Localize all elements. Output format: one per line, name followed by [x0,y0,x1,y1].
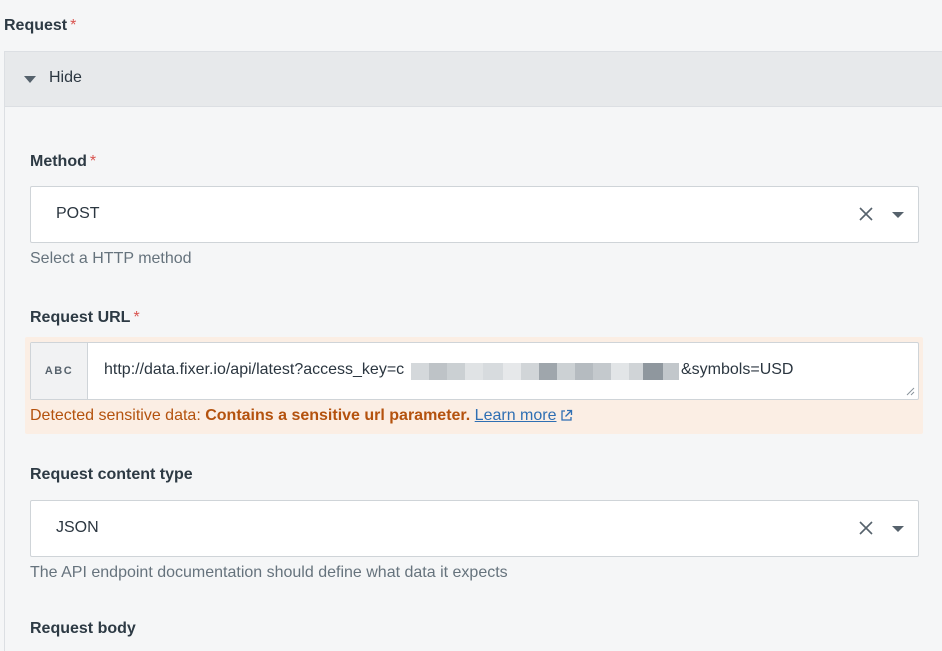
content-type-label: Request content type [30,466,193,483]
learn-more-link[interactable]: Learn more [475,407,573,424]
text-type-badge: ABC [31,343,88,399]
content-type-help: The API endpoint documentation should de… [30,564,508,581]
url-value-suffix: &symbols=USD [681,361,794,378]
required-marker: * [89,153,97,170]
required-marker: * [133,309,140,326]
method-help: Select a HTTP method [30,250,192,267]
warning-prefix: Detected sensitive data: [30,407,206,424]
method-label: Method * [30,153,96,171]
method-label-text: Method [30,153,87,170]
hide-toggle-label: Hide [49,69,82,86]
clear-icon[interactable] [857,205,875,223]
clear-icon[interactable] [857,519,875,537]
method-select[interactable]: POST [30,186,919,243]
chevron-down-icon[interactable] [892,212,904,218]
resize-handle-icon[interactable] [905,386,915,396]
content-type-value: JSON [56,519,99,536]
url-label-text: Request URL [30,309,131,326]
learn-more-label: Learn more [474,407,557,424]
url-value: http://data.fixer.io/api/latest?access_k… [104,361,405,378]
external-link-icon [560,409,572,421]
required-marker: * [70,17,77,34]
request-body-label: Request body [30,620,136,637]
method-value: POST [56,205,100,222]
hide-toggle[interactable]: Hide [5,52,942,107]
request-section-label: Request * [4,17,76,35]
chevron-down-icon[interactable] [892,526,904,532]
request-label-text: Request [4,17,68,34]
url-label: Request URL * [30,309,140,327]
caret-down-icon [24,76,36,83]
warning-message: Contains a sensitive url parameter. [205,407,471,424]
sensitive-warning: Detected sensitive data: Contains a sens… [30,407,573,425]
url-input[interactable]: ABC http://data.fixer.io/api/latest?acce… [30,342,919,400]
redacted-key-mask [411,363,679,380]
content-type-select[interactable]: JSON [30,500,919,557]
